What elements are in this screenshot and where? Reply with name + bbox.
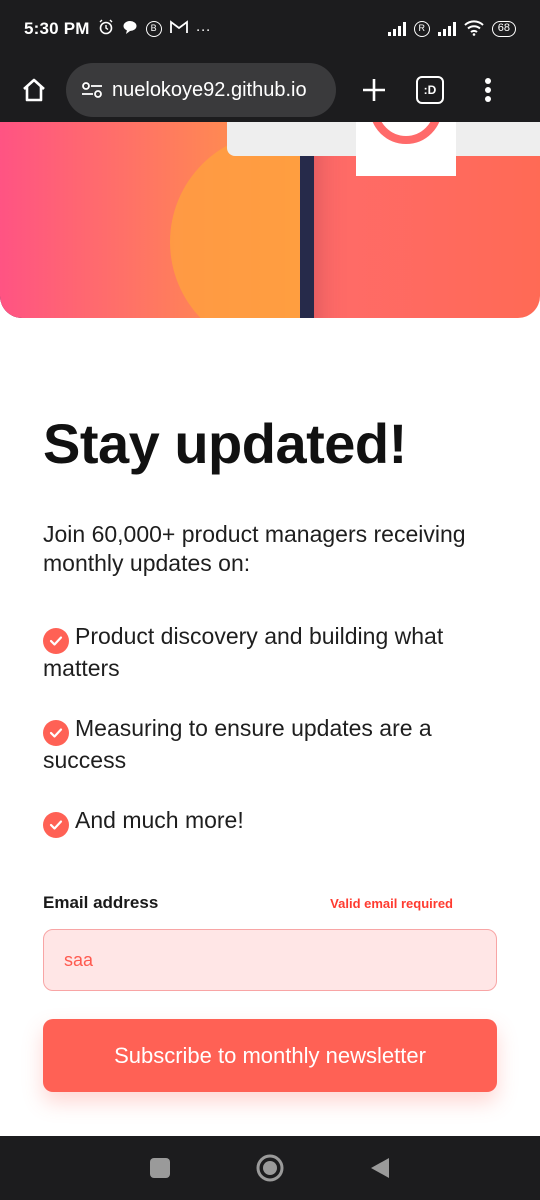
circle-home-icon — [256, 1154, 284, 1182]
email-label: Email address — [43, 893, 159, 912]
illustration-card — [356, 122, 456, 176]
check-icon — [43, 720, 69, 747]
site-settings-icon[interactable] — [80, 78, 104, 102]
email-error-message: Valid email required — [330, 896, 453, 911]
home-icon — [23, 78, 45, 102]
hero-illustration — [0, 122, 540, 318]
list-item: Measuring to ensure updates are a succes… — [43, 714, 499, 775]
list-item: And much more! — [43, 806, 499, 839]
email-field[interactable] — [43, 929, 497, 991]
back-triangle-icon — [371, 1158, 389, 1178]
newsletter-content: Stay updated! Join 60,000+ product manag… — [43, 410, 499, 869]
list-item: Product discovery and building what matt… — [43, 622, 499, 683]
browser-toolbar: nuelokoye92.github.io :D — [0, 58, 540, 122]
status-bar: 5:30 PM B ··· R 68 — [0, 0, 540, 58]
wifi-icon — [464, 19, 484, 39]
feature-text: And much more! — [75, 807, 244, 834]
r-circle-icon: R — [413, 21, 430, 37]
url-text: nuelokoye92.github.io — [112, 78, 307, 101]
alarm-icon — [98, 19, 114, 39]
feature-text: Measuring to ensure updates are a succes… — [43, 715, 432, 774]
subscribe-button[interactable]: Subscribe to monthly newsletter — [43, 1019, 497, 1092]
home-nav-button[interactable] — [250, 1148, 290, 1188]
check-icon — [43, 628, 69, 655]
chat-bubble-icon — [122, 19, 138, 39]
feature-text: Product discovery and building what matt… — [43, 623, 444, 682]
email-label-row: Email address Valid email required — [43, 893, 497, 913]
browser-menu-button[interactable] — [478, 70, 498, 110]
chart-ring-icon — [370, 122, 442, 144]
intro-text: Join 60,000+ product managers receiving … — [43, 521, 466, 577]
notification-icons: B ··· — [98, 19, 211, 39]
new-tab-button[interactable] — [354, 70, 394, 110]
subscribe-form: Email address Valid email required Subsc… — [43, 893, 497, 1092]
signal-icon-2 — [437, 22, 456, 36]
feature-list: Product discovery and building what matt… — [43, 622, 499, 839]
gmail-icon — [169, 20, 188, 38]
system-navigation-bar — [0, 1136, 540, 1200]
system-icons: R 68 — [387, 19, 516, 39]
recent-apps-button[interactable] — [140, 1148, 180, 1188]
more-notifications-icon: ··· — [195, 20, 211, 38]
square-icon — [150, 1158, 170, 1178]
status-time: 5:30 PM — [24, 19, 90, 38]
plus-icon — [363, 79, 385, 101]
signal-icon — [387, 22, 406, 36]
page-title: Stay updated! — [43, 412, 407, 475]
back-button[interactable] — [360, 1148, 400, 1188]
battery-icon: 68 — [491, 21, 516, 37]
decorative-circle — [170, 132, 300, 318]
address-bar[interactable]: nuelokoye92.github.io — [66, 63, 336, 117]
more-vertical-icon — [485, 78, 491, 102]
home-button[interactable] — [12, 68, 56, 112]
b-circle-icon: B — [145, 21, 162, 37]
tab-switcher-button[interactable]: :D — [416, 76, 444, 104]
check-icon — [43, 812, 69, 839]
